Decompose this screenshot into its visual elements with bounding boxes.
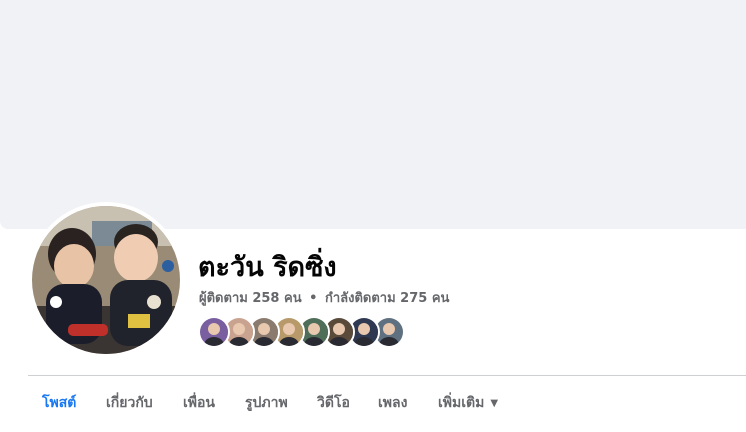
tab-about[interactable]: เกี่ยวกับ xyxy=(106,376,153,414)
followers-count-link[interactable]: ผู้ติดตาม 258 คน xyxy=(199,291,302,306)
tab-posts[interactable]: โพสต์ xyxy=(42,376,76,414)
profile-name: ตะวัน ริดซิ่ง xyxy=(198,252,337,283)
tab-label: โพสต์ xyxy=(42,395,77,411)
tab-videos[interactable]: วิดีโอ xyxy=(317,376,350,414)
tab-friends[interactable]: เพื่อน xyxy=(183,376,215,414)
tab-label: วิดีโอ xyxy=(317,395,350,411)
tab-photos[interactable]: รูปภาพ xyxy=(245,376,288,414)
caret-down-icon: ▼ xyxy=(490,398,499,409)
profile-photo-image xyxy=(32,206,180,354)
tab-label: เพื่อน xyxy=(183,395,215,411)
profile-picture[interactable] xyxy=(28,202,184,358)
tab-music[interactable]: เพลง xyxy=(378,376,407,414)
tab-more[interactable]: เพิ่มเติม ▼ xyxy=(438,376,498,414)
following-count-link[interactable]: กำลังติดตาม 275 คน xyxy=(325,291,449,306)
separator-dot: • xyxy=(309,291,318,306)
tab-label: เกี่ยวกับ xyxy=(106,395,153,411)
cover-photo-area[interactable] xyxy=(0,0,746,229)
friend-avatar-image xyxy=(200,318,228,346)
tab-label: เพิ่มเติม xyxy=(438,395,485,411)
follow-counts: ผู้ติดตาม 258 คน • กำลังติดตาม 275 คน xyxy=(199,290,449,308)
tab-label: รูปภาพ xyxy=(245,395,288,411)
friend-avatar[interactable] xyxy=(198,316,230,348)
tab-label: เพลง xyxy=(378,395,408,411)
